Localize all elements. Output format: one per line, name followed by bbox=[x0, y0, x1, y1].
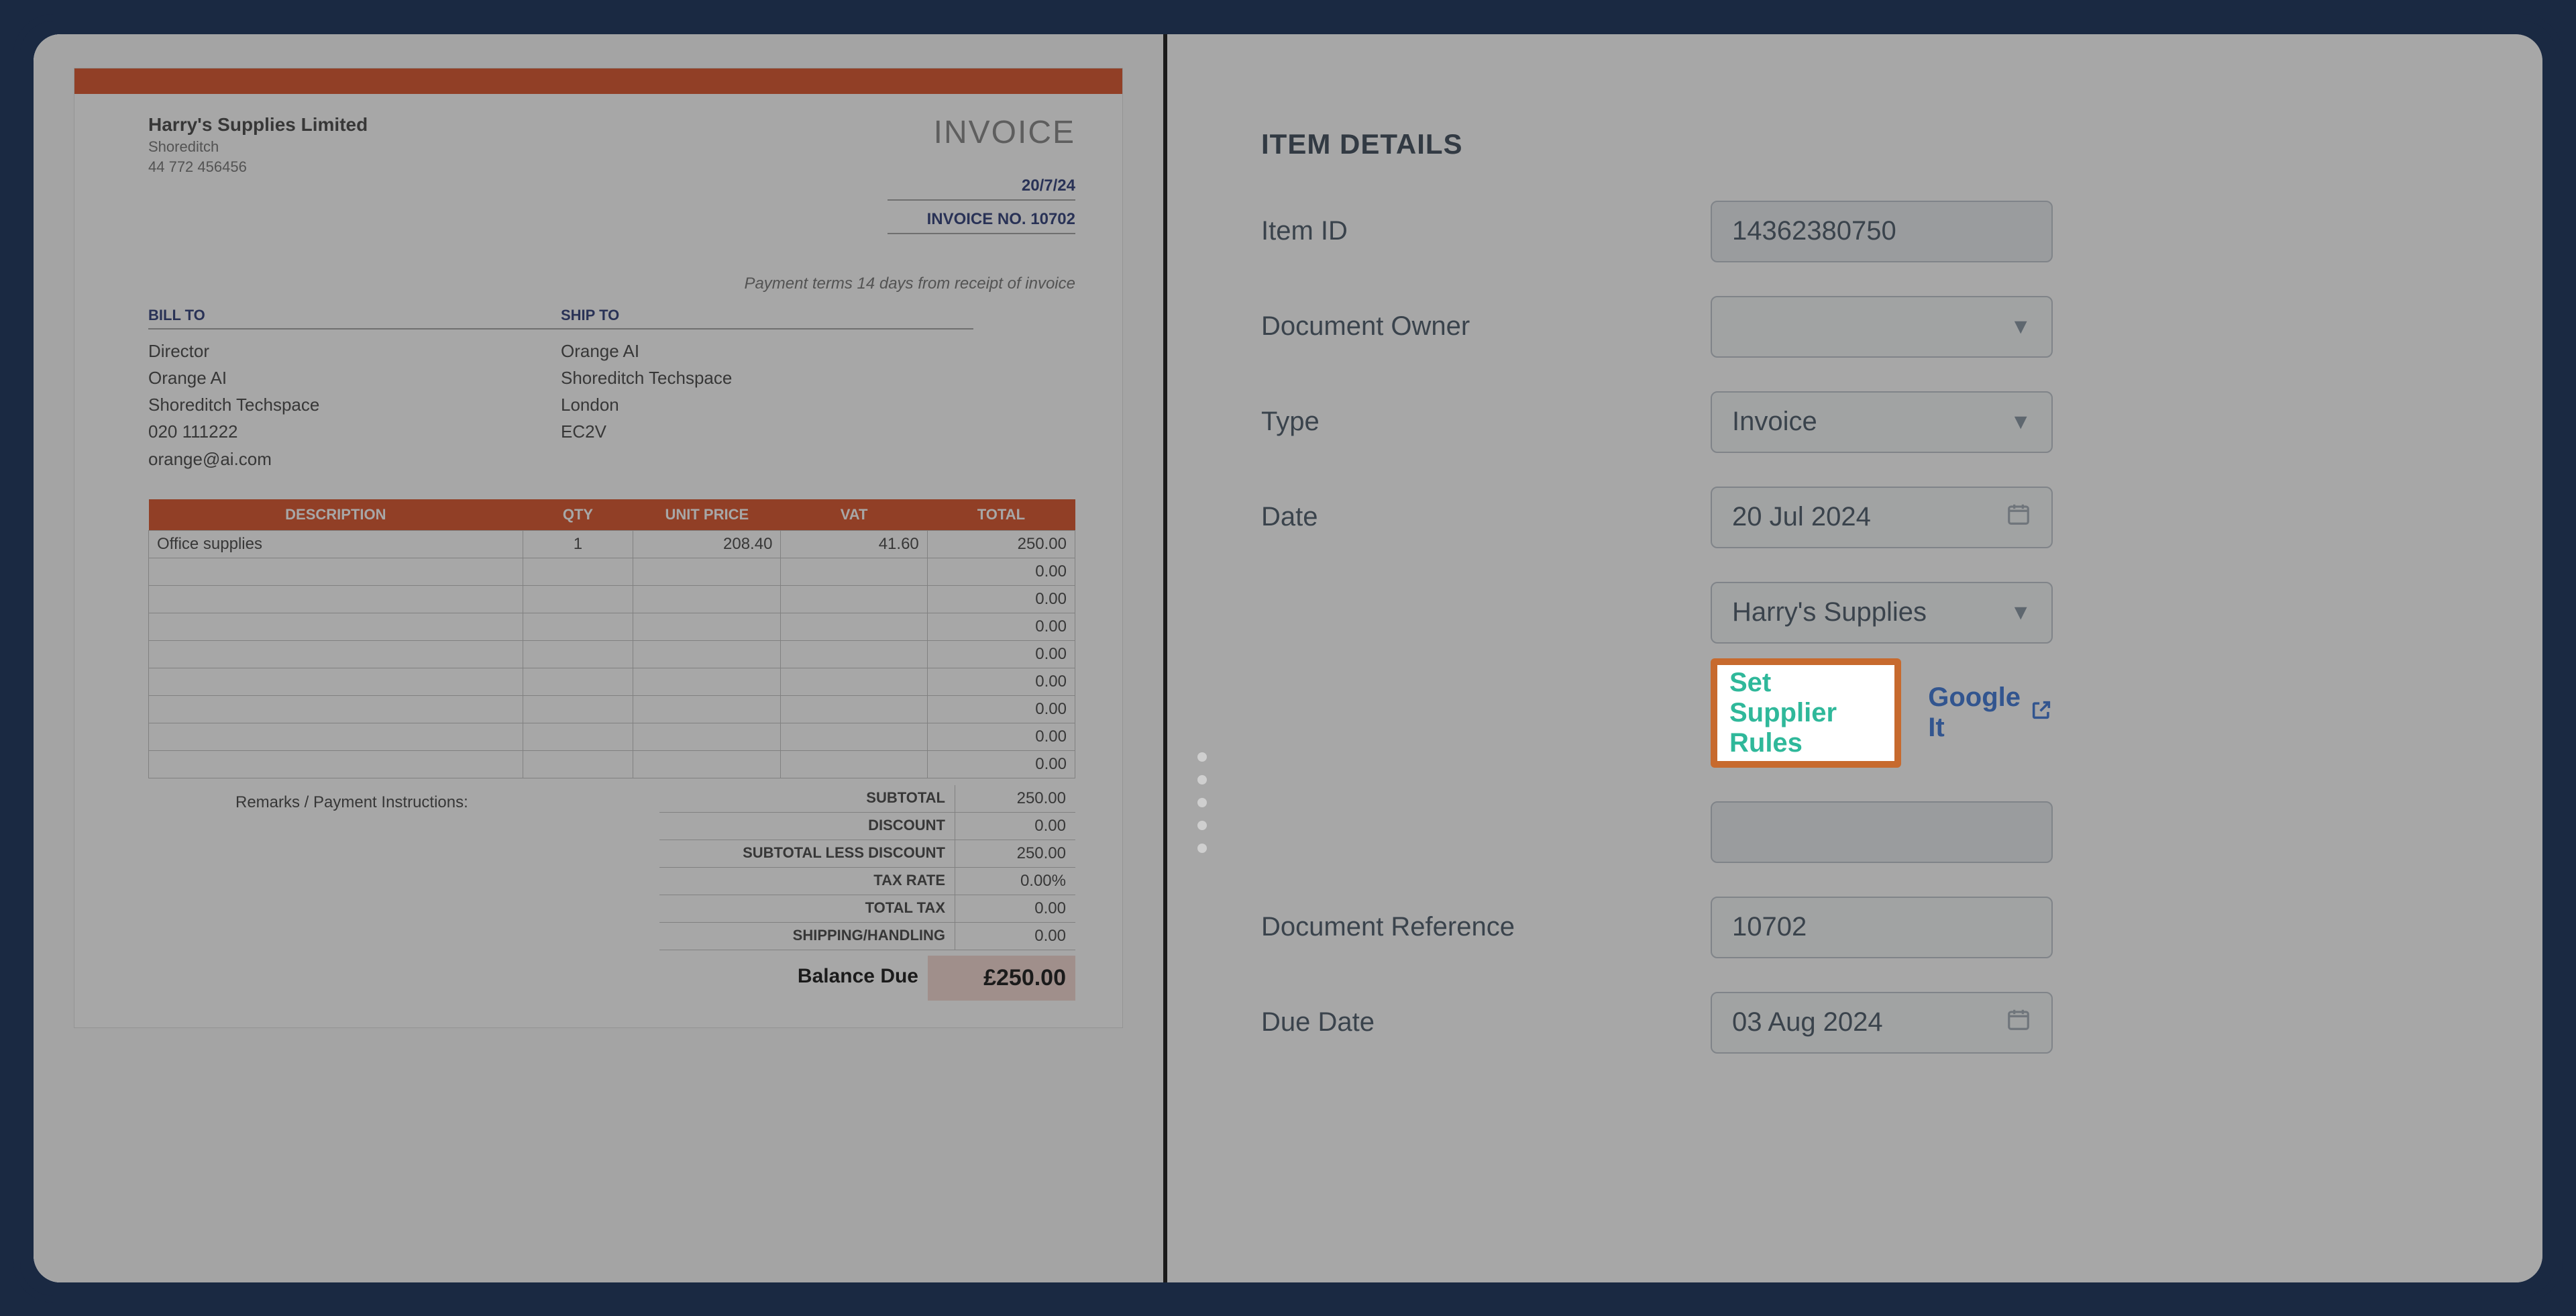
chevron-down-icon: ▼ bbox=[2010, 409, 2031, 434]
totals-block: SUBTOTAL250.00 DISCOUNT0.00 SUBTOTAL LES… bbox=[659, 785, 1075, 1001]
google-it-link[interactable]: Google It bbox=[1928, 682, 2053, 743]
remarks-label: Remarks / Payment Instructions: bbox=[148, 785, 659, 1001]
external-link-icon bbox=[2030, 698, 2053, 728]
bill-to-line: Shoreditch Techspace bbox=[148, 391, 561, 418]
label-date: Date bbox=[1261, 502, 1711, 532]
label-item-id: Item ID bbox=[1261, 216, 1711, 246]
set-supplier-rules-highlight: Set Supplier Rules bbox=[1711, 658, 1901, 768]
table-row: 0.00 bbox=[149, 585, 1075, 613]
invoice-document: Harry's Supplies Limited Shoreditch 44 7… bbox=[74, 68, 1123, 1028]
invoice-title: INVOICE bbox=[888, 114, 1075, 151]
table-row: 0.00 bbox=[149, 640, 1075, 668]
set-supplier-rules-link[interactable]: Set Supplier Rules bbox=[1729, 668, 1837, 758]
invoice-accent-bar bbox=[74, 68, 1122, 94]
label-due-date: Due Date bbox=[1261, 1007, 1711, 1037]
col-description: DESCRIPTION bbox=[149, 499, 523, 531]
document-reference-field[interactable]: 10702 bbox=[1711, 897, 2053, 958]
col-unit-price: UNIT PRICE bbox=[633, 499, 781, 531]
col-qty: QTY bbox=[523, 499, 633, 531]
table-row: 0.00 bbox=[149, 558, 1075, 585]
label-document-reference: Document Reference bbox=[1261, 912, 1711, 942]
table-row: 0.00 bbox=[149, 613, 1075, 640]
ship-to-line: Shoreditch Techspace bbox=[561, 364, 973, 391]
table-row: Office supplies 1 208.40 41.60 250.00 bbox=[149, 530, 1075, 558]
supplier-phone: 44 772 456456 bbox=[148, 158, 368, 176]
payment-terms: Payment terms 14 days from receipt of in… bbox=[148, 274, 1075, 293]
label-document-owner: Document Owner bbox=[1261, 311, 1711, 342]
document-owner-select[interactable]: ▼ bbox=[1711, 296, 2053, 358]
ship-to-line: EC2V bbox=[561, 418, 973, 445]
bill-to-line: 020 111222 bbox=[148, 418, 561, 445]
bill-to-line: orange@ai.com bbox=[148, 446, 561, 472]
col-total: TOTAL bbox=[927, 499, 1075, 531]
item-details-panel: ITEM DETAILS Item ID 14362380750 Documen… bbox=[1167, 34, 2147, 1282]
invoice-number: INVOICE NO. 10702 bbox=[888, 205, 1075, 234]
section-title: ITEM DETAILS bbox=[1261, 128, 2053, 160]
col-vat: VAT bbox=[781, 499, 927, 531]
ship-to-line: Orange AI bbox=[561, 338, 973, 364]
supplier-extra-field[interactable] bbox=[1711, 801, 2053, 863]
due-date-field[interactable]: 03 Aug 2024 bbox=[1711, 992, 2053, 1054]
bill-to-heading: BILL TO bbox=[148, 307, 561, 330]
chevron-down-icon: ▼ bbox=[2010, 600, 2031, 625]
table-row: 0.00 bbox=[149, 750, 1075, 778]
tour-step-dots bbox=[1197, 752, 1207, 853]
bill-to-line: Director bbox=[148, 338, 561, 364]
line-items-table: DESCRIPTION QTY UNIT PRICE VAT TOTAL Off… bbox=[148, 499, 1075, 778]
calendar-icon bbox=[2006, 501, 2031, 534]
balance-due-value: £250.00 bbox=[928, 956, 1075, 1001]
invoice-date: 20/7/24 bbox=[888, 171, 1075, 201]
supplier-area: Shoreditch bbox=[148, 138, 368, 156]
supplier-select[interactable]: Harry's Supplies ▼ bbox=[1711, 582, 2053, 644]
balance-due-label: Balance Due bbox=[659, 956, 928, 1001]
supplier-block: Harry's Supplies Limited Shoreditch 44 7… bbox=[148, 114, 368, 234]
invoice-preview-pane: Harry's Supplies Limited Shoreditch 44 7… bbox=[34, 34, 1167, 1282]
ship-to-heading: SHIP TO bbox=[561, 307, 973, 330]
table-row: 0.00 bbox=[149, 668, 1075, 695]
item-id-field: 14362380750 bbox=[1711, 201, 2053, 262]
table-row: 0.00 bbox=[149, 695, 1075, 723]
type-select[interactable]: Invoice ▼ bbox=[1711, 391, 2053, 453]
table-row: 0.00 bbox=[149, 723, 1075, 750]
label-type: Type bbox=[1261, 407, 1711, 437]
chevron-down-icon: ▼ bbox=[2010, 314, 2031, 339]
calendar-icon bbox=[2006, 1007, 2031, 1039]
ship-to-line: London bbox=[561, 391, 973, 418]
supplier-name: Harry's Supplies Limited bbox=[148, 114, 368, 136]
date-field[interactable]: 20 Jul 2024 bbox=[1711, 487, 2053, 548]
bill-to-line: Orange AI bbox=[148, 364, 561, 391]
